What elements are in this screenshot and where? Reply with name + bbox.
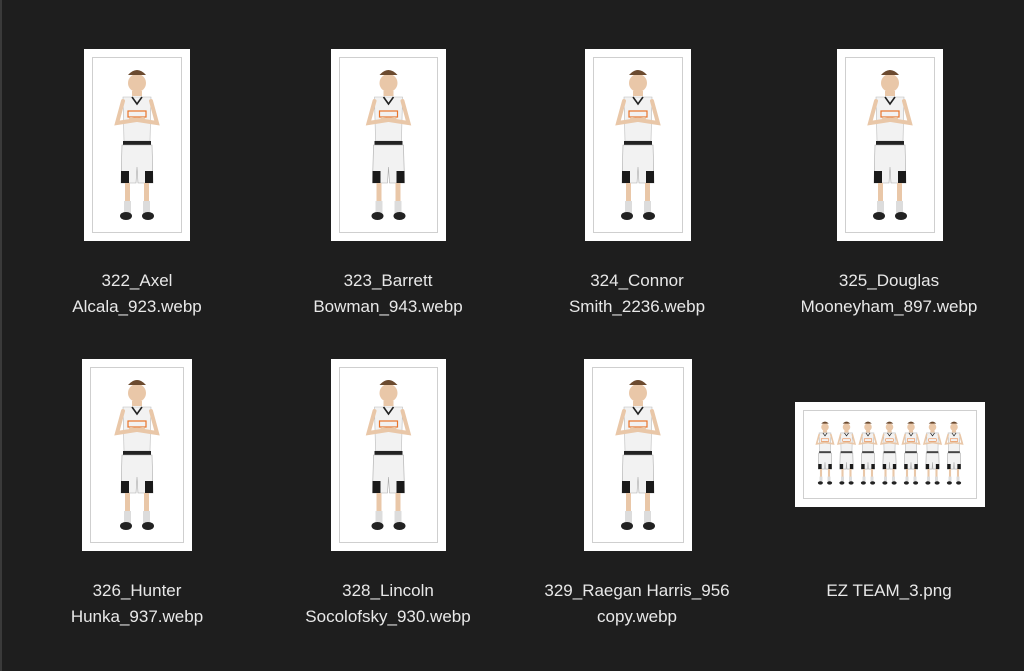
file-name-line2: copy.webp [596,607,677,626]
file-thumbnail [84,49,190,241]
file-name-line2: Alcala_923.webp [72,297,202,316]
file-name: 329_Raegan Harris_956 copy.webp [522,578,752,630]
player-photo-icon [615,380,661,530]
file-name: 326_Hunter Hunka_937.webp [22,578,252,630]
file-name-line1: 322_Axel [101,271,173,290]
file-thumbnail [584,359,692,551]
file-name: 325_Douglas Mooneyham_897.webp [774,268,1004,320]
file-thumbnail [331,49,446,241]
window-left-edge [0,0,2,671]
file-item-323-barrett[interactable]: 323_Barrett Bowman_943.webp [273,40,503,330]
file-name: 323_Barrett Bowman_943.webp [273,268,503,320]
file-thumbnail [795,402,985,507]
file-name: EZ TEAM_3.png [774,578,1004,604]
file-name-line2: Socolofsky_930.webp [305,607,471,626]
file-item-324-connor[interactable]: 324_Connor Smith_2236.webp [522,40,752,330]
file-name-line2: Bowman_943.webp [313,297,463,316]
file-thumbnail [331,359,446,551]
file-thumbnail [585,49,691,241]
player-photo-icon [365,70,412,220]
file-name-line1: 328_Lincoln [342,581,434,600]
file-name: 328_Lincoln Socolofsky_930.webp [273,578,503,630]
file-name: 322_Axel Alcala_923.webp [22,268,252,320]
file-thumbnail [82,359,192,551]
file-thumbnail [837,49,943,241]
player-photo-icon [365,380,412,530]
file-name-line1: 329_Raegan Harris_956 [544,581,730,600]
file-name-line1: 324_Connor [590,271,684,290]
file-name: 324_Connor Smith_2236.webp [522,268,752,320]
file-name-line1: 323_Barrett [343,271,433,290]
player-photo-icon [867,70,913,220]
file-item-ez-team[interactable]: EZ TEAM_3.png [774,350,1004,640]
file-item-325-douglas[interactable]: 325_Douglas Mooneyham_897.webp [774,40,1004,330]
file-item-326-hunter[interactable]: 326_Hunter Hunka_937.webp [22,350,252,640]
file-name-line1: 325_Douglas [838,271,940,290]
file-name-line2: Hunka_937.webp [70,607,204,626]
file-item-328-lincoln[interactable]: 328_Lincoln Socolofsky_930.webp [273,350,503,640]
file-name-line1: 326_Hunter [92,581,182,600]
file-name-line2: Smith_2236.webp [568,297,706,316]
player-photo-icon [114,70,160,220]
player-photo-icon [114,380,160,530]
file-item-329-raegan[interactable]: 329_Raegan Harris_956 copy.webp [522,350,752,640]
file-item-322-axel[interactable]: 322_Axel Alcala_923.webp [22,40,252,330]
file-name-line2: Mooneyham_897.webp [800,297,978,316]
team-photo-icon [815,421,964,485]
file-name-line1: EZ TEAM_3.png [826,581,952,600]
player-photo-icon [615,70,661,220]
